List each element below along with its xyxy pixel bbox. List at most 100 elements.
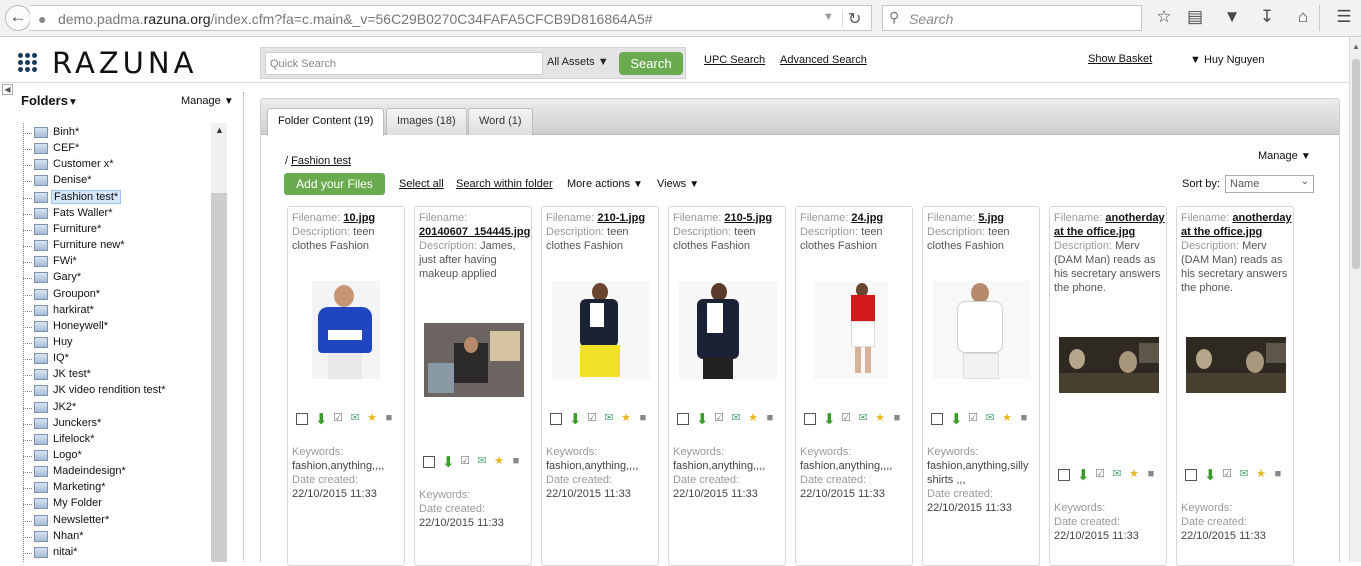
favorite-star-icon[interactable]: ★ — [1000, 411, 1014, 425]
email-icon[interactable]: ✉ — [348, 411, 362, 425]
folder-item[interactable]: Furniture new* — [17, 238, 211, 254]
filename-link[interactable]: 5.jpg — [978, 212, 1004, 224]
asset-thumbnail[interactable] — [424, 323, 524, 397]
select-checkbox[interactable] — [423, 456, 435, 468]
home-icon[interactable]: ⌂ — [1292, 7, 1314, 27]
download-icon[interactable]: ⬇ — [696, 410, 709, 428]
trash-icon[interactable]: ■ — [509, 454, 523, 468]
email-icon[interactable]: ✉ — [856, 411, 870, 425]
asset-thumbnail[interactable] — [312, 281, 380, 379]
tab-item[interactable]: Folder Content (19) — [267, 108, 385, 136]
show-basket-link[interactable]: Show Basket — [1088, 53, 1152, 65]
asset-thumbnail[interactable] — [933, 281, 1031, 379]
folder-item[interactable]: Furniture* — [17, 222, 211, 238]
trash-icon[interactable]: ■ — [382, 411, 396, 425]
filename-link[interactable]: 210-1.jpg — [597, 212, 645, 224]
email-icon[interactable]: ✉ — [1110, 467, 1124, 481]
search-button[interactable]: Search — [619, 52, 683, 75]
folder-item[interactable]: My Folder — [17, 496, 211, 512]
asset-thumbnail[interactable] — [1186, 337, 1286, 393]
advanced-search-link[interactable]: Advanced Search — [780, 54, 867, 66]
share-icon[interactable]: ☑ — [331, 411, 345, 425]
folder-item[interactable]: harkirat* — [17, 303, 211, 319]
asset-card[interactable]: Filename: 20140607_154445.jpg Description… — [414, 206, 532, 566]
folder-item[interactable]: JK test* — [17, 367, 211, 383]
email-icon[interactable]: ✉ — [729, 411, 743, 425]
favorite-star-icon[interactable]: ★ — [492, 454, 506, 468]
asset-filter-select[interactable]: All Assets ▼ — [547, 56, 609, 68]
favorite-star-icon[interactable]: ★ — [619, 411, 633, 425]
more-actions-menu[interactable]: More actions ▼ — [567, 178, 643, 190]
asset-thumbnail[interactable] — [1059, 337, 1159, 393]
folder-item[interactable]: Lifelock* — [17, 432, 211, 448]
trash-icon[interactable]: ■ — [763, 411, 777, 425]
asset-card[interactable]: Filename: 5.jpg Description: teen clothes… — [922, 206, 1040, 566]
asset-thumbnail[interactable] — [679, 281, 777, 379]
favorite-star-icon[interactable]: ★ — [1127, 467, 1141, 481]
folder-item[interactable]: Marketing* — [17, 480, 211, 496]
asset-thumbnail[interactable] — [552, 281, 650, 379]
download-icon[interactable]: ↧ — [1256, 7, 1278, 27]
folder-item[interactable]: Denise* — [17, 173, 211, 189]
share-icon[interactable]: ☑ — [966, 411, 980, 425]
share-icon[interactable]: ☑ — [1093, 467, 1107, 481]
share-icon[interactable]: ☑ — [585, 411, 599, 425]
folder-item[interactable]: Junckers* — [17, 416, 211, 432]
filename-link[interactable]: 10.jpg — [343, 212, 375, 224]
folder-item[interactable]: Nhan* — [17, 529, 211, 545]
download-icon[interactable]: ⬇ — [569, 410, 582, 428]
download-icon[interactable]: ⬇ — [1204, 466, 1217, 484]
trash-icon[interactable]: ■ — [890, 411, 904, 425]
select-all-link[interactable]: Select all — [399, 178, 444, 190]
share-icon[interactable]: ☑ — [712, 411, 726, 425]
folder-tree-scrollbar[interactable]: ▲ — [211, 123, 227, 562]
folder-item[interactable]: Gary* — [17, 270, 211, 286]
share-icon[interactable]: ☑ — [1220, 467, 1234, 481]
download-icon[interactable]: ⬇ — [315, 410, 328, 428]
url-text[interactable]: demo.padma.razuna.org/index.cfm?fa=c.mai… — [58, 11, 653, 27]
folder-item[interactable]: Logo* — [17, 448, 211, 464]
folder-item[interactable]: CEF* — [17, 141, 211, 157]
url-bar[interactable]: ● demo.padma.razuna.org/index.cfm?fa=c.m… — [30, 5, 872, 31]
select-checkbox[interactable] — [931, 413, 943, 425]
download-icon[interactable]: ⬇ — [442, 453, 455, 471]
star-icon[interactable]: ☆ — [1153, 7, 1175, 27]
email-icon[interactable]: ✉ — [602, 411, 616, 425]
download-icon[interactable]: ⬇ — [950, 410, 963, 428]
tab-item[interactable]: Word (1) — [468, 108, 533, 135]
asset-card[interactable]: Filename: anotherday at the office.jpg De… — [1049, 206, 1167, 566]
folder-item[interactable]: Newsletter* — [17, 513, 211, 529]
search-within-folder-link[interactable]: Search within folder — [456, 178, 553, 190]
user-menu[interactable]: ▼ Huy Nguyen — [1190, 54, 1265, 66]
folder-item[interactable]: Fashion test* — [17, 189, 211, 206]
folder-item[interactable]: Fats Waller* — [17, 206, 211, 222]
trash-icon[interactable]: ■ — [1271, 467, 1285, 481]
quick-search-input[interactable]: Quick Search — [265, 52, 543, 75]
download-icon[interactable]: ⬇ — [823, 410, 836, 428]
favorite-star-icon[interactable]: ★ — [365, 411, 379, 425]
trash-icon[interactable]: ■ — [1144, 467, 1158, 481]
select-checkbox[interactable] — [1058, 469, 1070, 481]
email-icon[interactable]: ✉ — [1237, 467, 1251, 481]
reading-list-icon[interactable]: ▤ — [1184, 7, 1206, 27]
asset-card[interactable]: Filename: 210-5.jpg Description: teen clo… — [668, 206, 786, 566]
browser-search-input[interactable]: ⚲ Search — [882, 5, 1142, 31]
filename-link[interactable]: 24.jpg — [851, 212, 883, 224]
collapse-sidebar-icon[interactable]: ◀ — [2, 84, 13, 95]
select-checkbox[interactable] — [677, 413, 689, 425]
panel-divider[interactable] — [243, 92, 244, 562]
filename-link[interactable]: 20140607_154445.jpg — [419, 226, 530, 238]
tab-item[interactable]: Images (18) — [386, 108, 467, 135]
filename-link[interactable]: 210-5.jpg — [724, 212, 772, 224]
folder-item[interactable]: JK2* — [17, 400, 211, 416]
sidebar-manage-menu[interactable]: Manage ▼ — [181, 95, 234, 107]
folder-item[interactable]: FWi* — [17, 254, 211, 270]
select-checkbox[interactable] — [1185, 469, 1197, 481]
trash-icon[interactable]: ■ — [1017, 411, 1031, 425]
favorite-star-icon[interactable]: ★ — [1254, 467, 1268, 481]
folders-header[interactable]: Folders▼ — [21, 93, 78, 108]
sort-select[interactable]: Name ⌄ — [1225, 175, 1314, 193]
share-icon[interactable]: ☑ — [458, 454, 472, 468]
asset-card[interactable]: Filename: 24.jpg Description: teen clothe… — [795, 206, 913, 566]
download-icon[interactable]: ⬇ — [1077, 466, 1090, 484]
